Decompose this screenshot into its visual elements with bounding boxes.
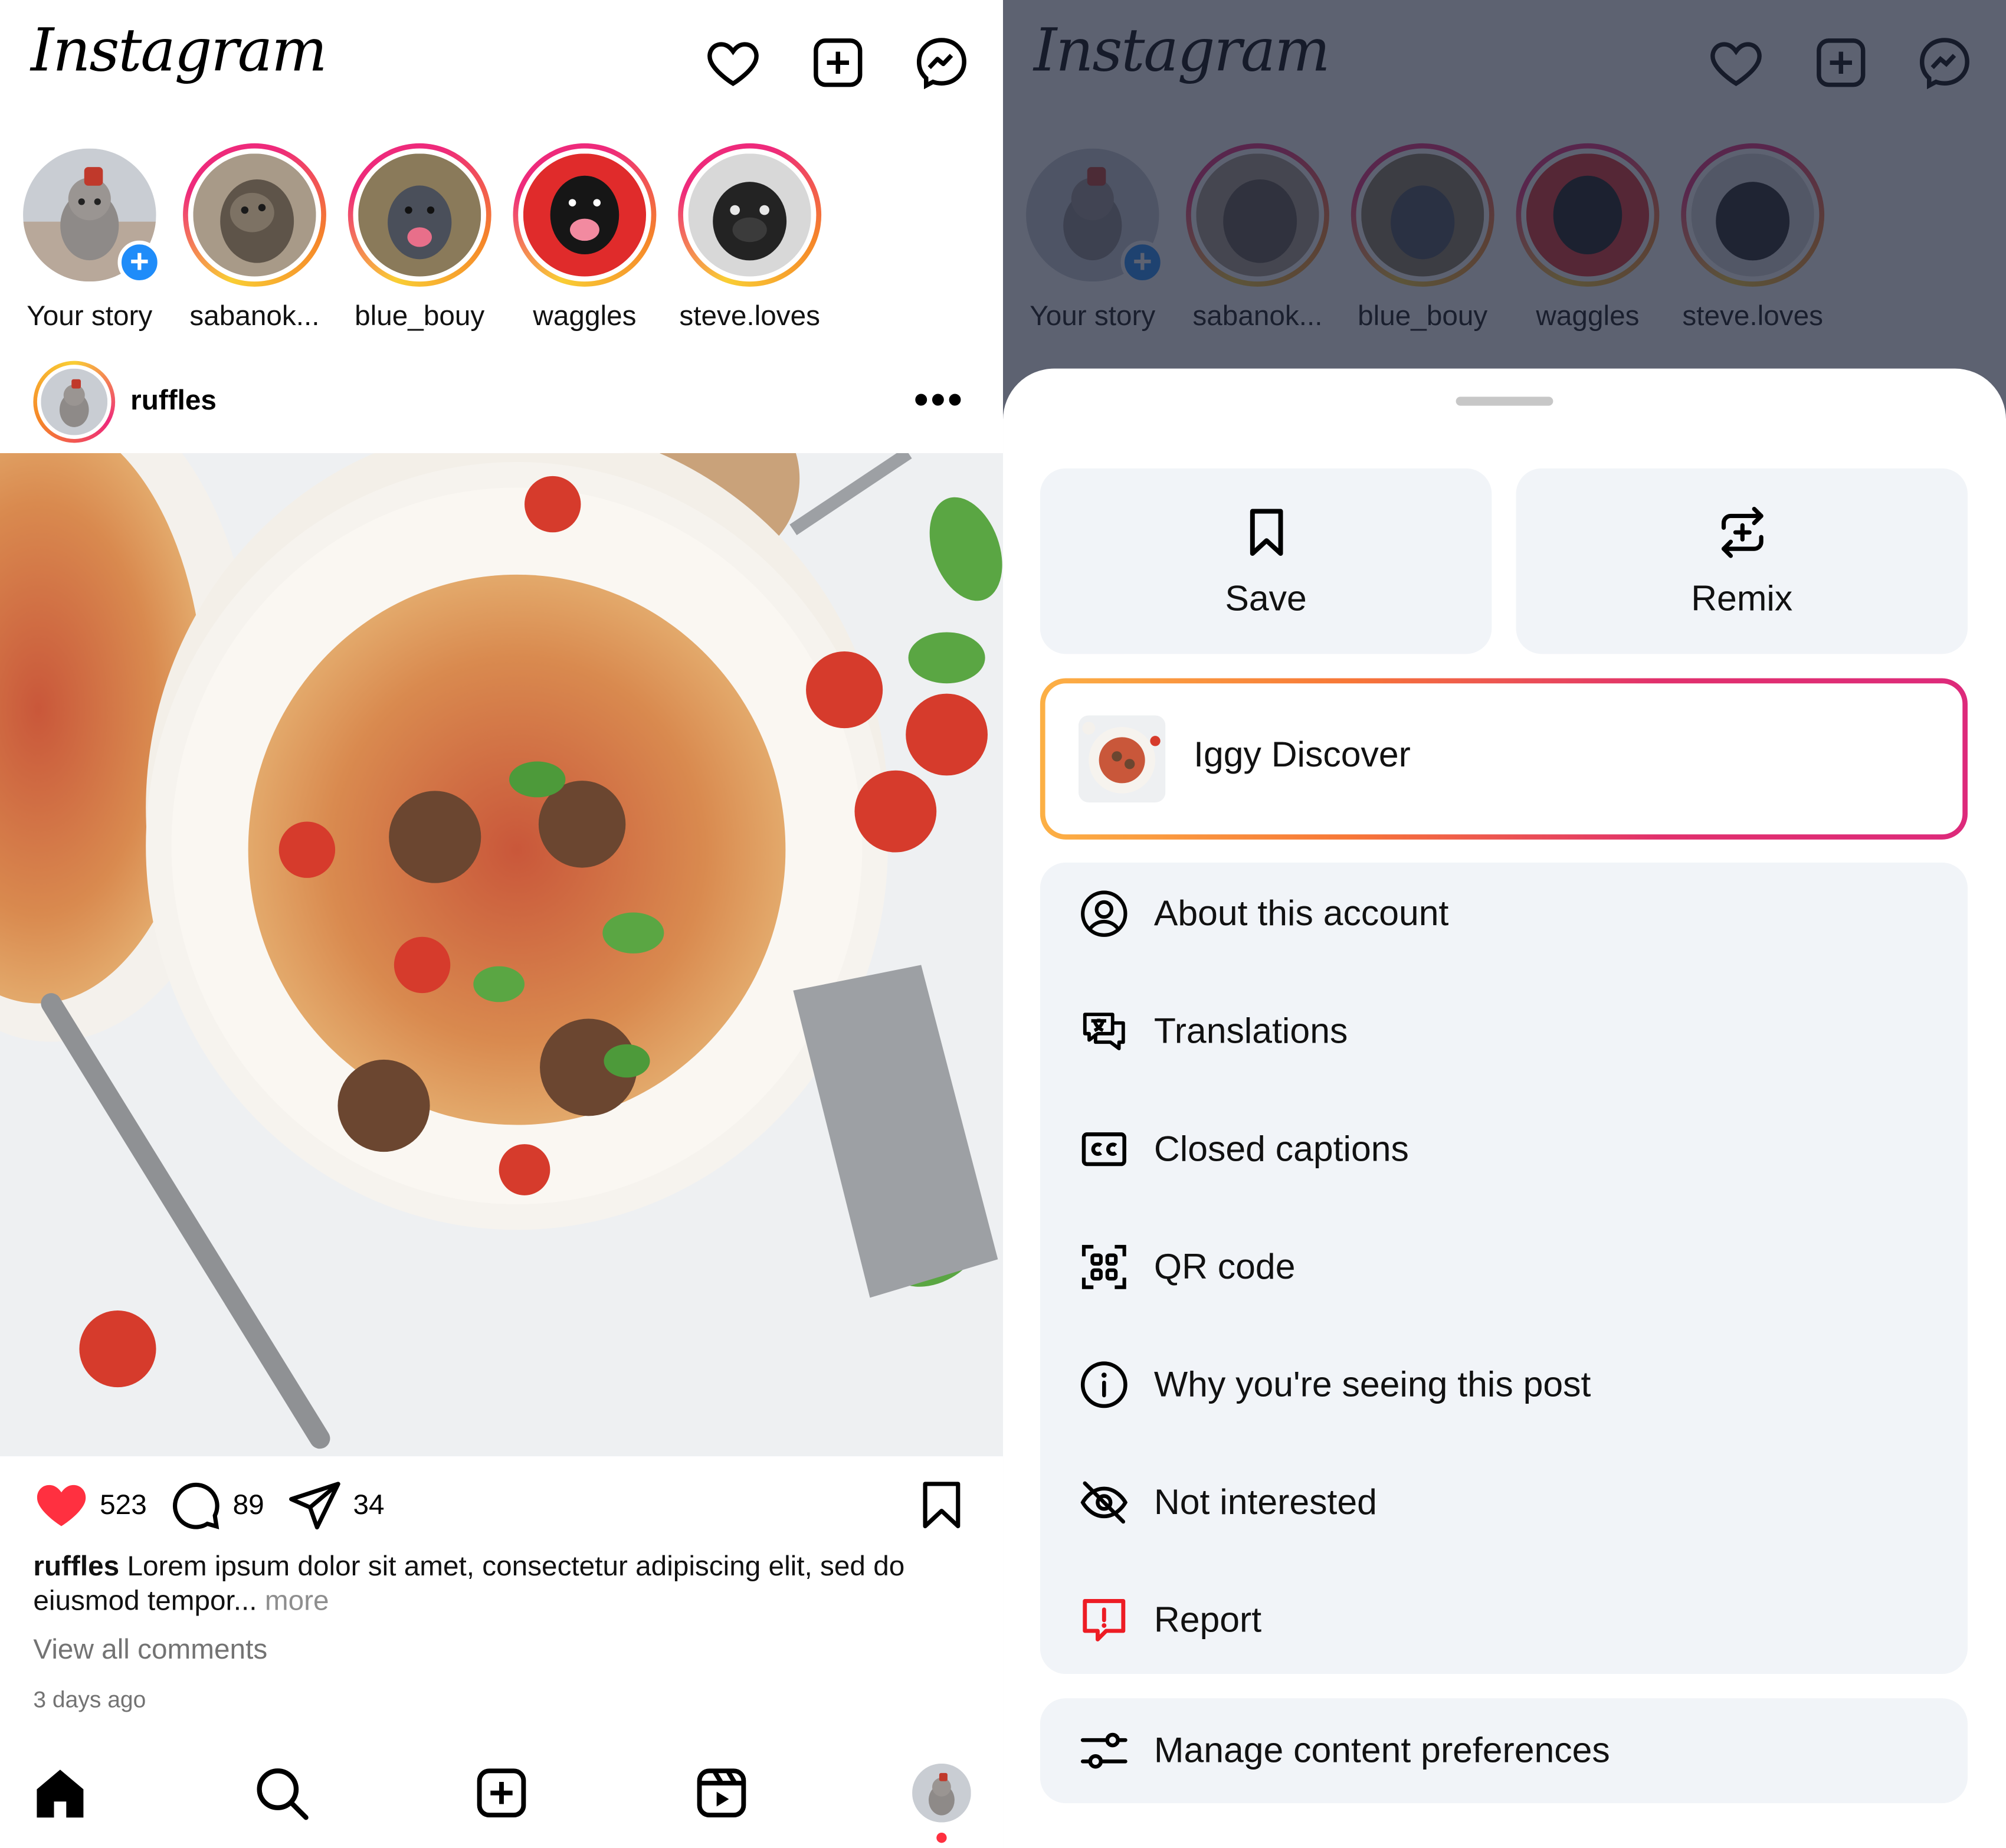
share-button[interactable]: 34 [287, 1477, 385, 1533]
caption-username[interactable]: ruffles [33, 1550, 119, 1582]
story-item[interactable]: steve.loves [667, 143, 833, 333]
menu-label: Why you're seeing this post [1153, 1364, 1591, 1404]
search-icon[interactable] [250, 1761, 313, 1825]
post-options-sheet: Save Remix Iggy Discover About this acco… [1003, 368, 2006, 1848]
reels-icon[interactable] [690, 1761, 753, 1825]
story-ring [678, 143, 822, 287]
account-circle-icon [1081, 890, 1127, 937]
menu-item-about-account[interactable]: About this account [1040, 863, 1968, 965]
options-menu: About this account Translations Closed c… [1040, 862, 1968, 1675]
save-label: Save [1225, 578, 1307, 618]
heart-filled-icon [37, 1485, 86, 1526]
home-icon[interactable] [28, 1761, 92, 1825]
story-ring [513, 143, 657, 287]
post-image[interactable] [0, 453, 1004, 1457]
sliders-icon [1080, 1732, 1127, 1769]
post-timestamp: 3 days ago [33, 1686, 146, 1713]
story-item[interactable]: sabanok... [172, 143, 338, 333]
feed-header: Instagram [0, 0, 1003, 128]
story-item[interactable]: blue_bouy [336, 143, 503, 333]
closed-captions-icon [1081, 1132, 1126, 1167]
menu-item-closed-captions[interactable]: Closed captions [1040, 1098, 1968, 1201]
story-name: steve.loves [679, 299, 820, 332]
comment-icon [173, 1482, 219, 1529]
story-your-story[interactable]: + Your story [6, 143, 173, 333]
remix-label: Remix [1691, 578, 1793, 618]
menu-item-why-seeing-post[interactable]: Why you're seeing this post [1040, 1333, 1968, 1436]
avatar [193, 153, 316, 277]
prefs-label: Manage content preferences [1153, 1730, 1610, 1770]
notification-dot [936, 1832, 947, 1843]
remix-button[interactable]: Remix [1516, 468, 1968, 654]
menu-item-translations[interactable]: Translations [1040, 980, 1968, 1083]
menu-item-qr-code[interactable]: QR code [1040, 1216, 1968, 1319]
iggy-thumbnail [1078, 715, 1166, 802]
save-post-button[interactable] [913, 1477, 969, 1533]
messenger-icon[interactable] [912, 33, 971, 92]
bottom-navigation [0, 1754, 1003, 1848]
bookmark-icon [1249, 509, 1283, 556]
view-all-comments-link[interactable]: View all comments [33, 1633, 267, 1666]
remix-icon [1720, 506, 1763, 558]
feed-screen: Instagram + Your story sabanok... blue_b… [0, 0, 1004, 1848]
story-name: blue_bouy [355, 299, 485, 332]
bookmark-icon [923, 1482, 961, 1529]
iggy-discover-button[interactable]: Iggy Discover [1040, 678, 1968, 840]
iggy-label: Iggy Discover [1194, 734, 1411, 775]
story-item[interactable]: waggles [502, 143, 668, 333]
story-ring: + [18, 143, 162, 287]
menu-item-not-interested[interactable]: Not interested [1040, 1451, 1968, 1554]
more-options-icon[interactable]: ••• [914, 376, 965, 424]
avatar [523, 153, 647, 277]
comment-button[interactable]: 89 [166, 1477, 264, 1533]
avatar [688, 153, 811, 277]
menu-label: Not interested [1153, 1482, 1377, 1522]
like-count: 523 [100, 1488, 147, 1521]
story-name: Your story [27, 299, 153, 332]
qr-code-icon [1081, 1244, 1126, 1289]
caption-text: Lorem ipsum dolor sit amet, consectetur … [33, 1549, 905, 1617]
caption-more-link[interactable]: more [257, 1584, 329, 1616]
menu-label: Translations [1153, 1011, 1348, 1051]
avatar [358, 153, 481, 277]
comment-count: 89 [232, 1488, 264, 1521]
post-username[interactable]: ruffles [130, 384, 217, 417]
story-name: waggles [533, 299, 637, 332]
story-ring [183, 143, 326, 287]
menu-label: Closed captions [1153, 1129, 1409, 1169]
story-ring [348, 143, 491, 287]
eye-off-icon [1080, 1481, 1128, 1524]
translate-icon [1083, 1013, 1125, 1051]
menu-item-report[interactable]: Report [1040, 1569, 1968, 1672]
post-author-avatar[interactable] [33, 361, 116, 443]
sheet-grabber[interactable] [1456, 397, 1553, 406]
post-header: ruffles ••• [0, 358, 1003, 445]
report-icon [1083, 1598, 1126, 1641]
profile-tab[interactable] [910, 1761, 974, 1843]
add-story-plus-icon[interactable]: + [117, 240, 162, 284]
instagram-logo[interactable]: Instagram [31, 15, 327, 84]
avatar [912, 1763, 971, 1823]
share-count: 34 [353, 1488, 385, 1521]
info-icon [1080, 1361, 1127, 1408]
menu-label: QR code [1153, 1246, 1296, 1286]
stories-tray: + Your story sabanok... blue_bouy waggle… [0, 143, 1003, 348]
story-name: sabanok... [189, 299, 320, 332]
save-button[interactable]: Save [1040, 468, 1492, 654]
activity-heart-icon[interactable] [704, 33, 763, 92]
manage-content-preferences-button[interactable]: Manage content preferences [1040, 1698, 1968, 1804]
send-icon [289, 1482, 340, 1530]
create-post-icon[interactable] [808, 33, 867, 92]
menu-label: Report [1153, 1600, 1262, 1640]
menu-label: About this account [1153, 893, 1449, 933]
like-button[interactable]: 523 [33, 1477, 147, 1533]
post-caption: ruffles Lorem ipsum dolor sit amet, cons… [33, 1548, 967, 1617]
create-icon[interactable] [470, 1761, 533, 1825]
post-actions: 523 89 34 [0, 1469, 1003, 1541]
post-options-screen: Instagram + Your story sab [1003, 0, 2006, 1848]
